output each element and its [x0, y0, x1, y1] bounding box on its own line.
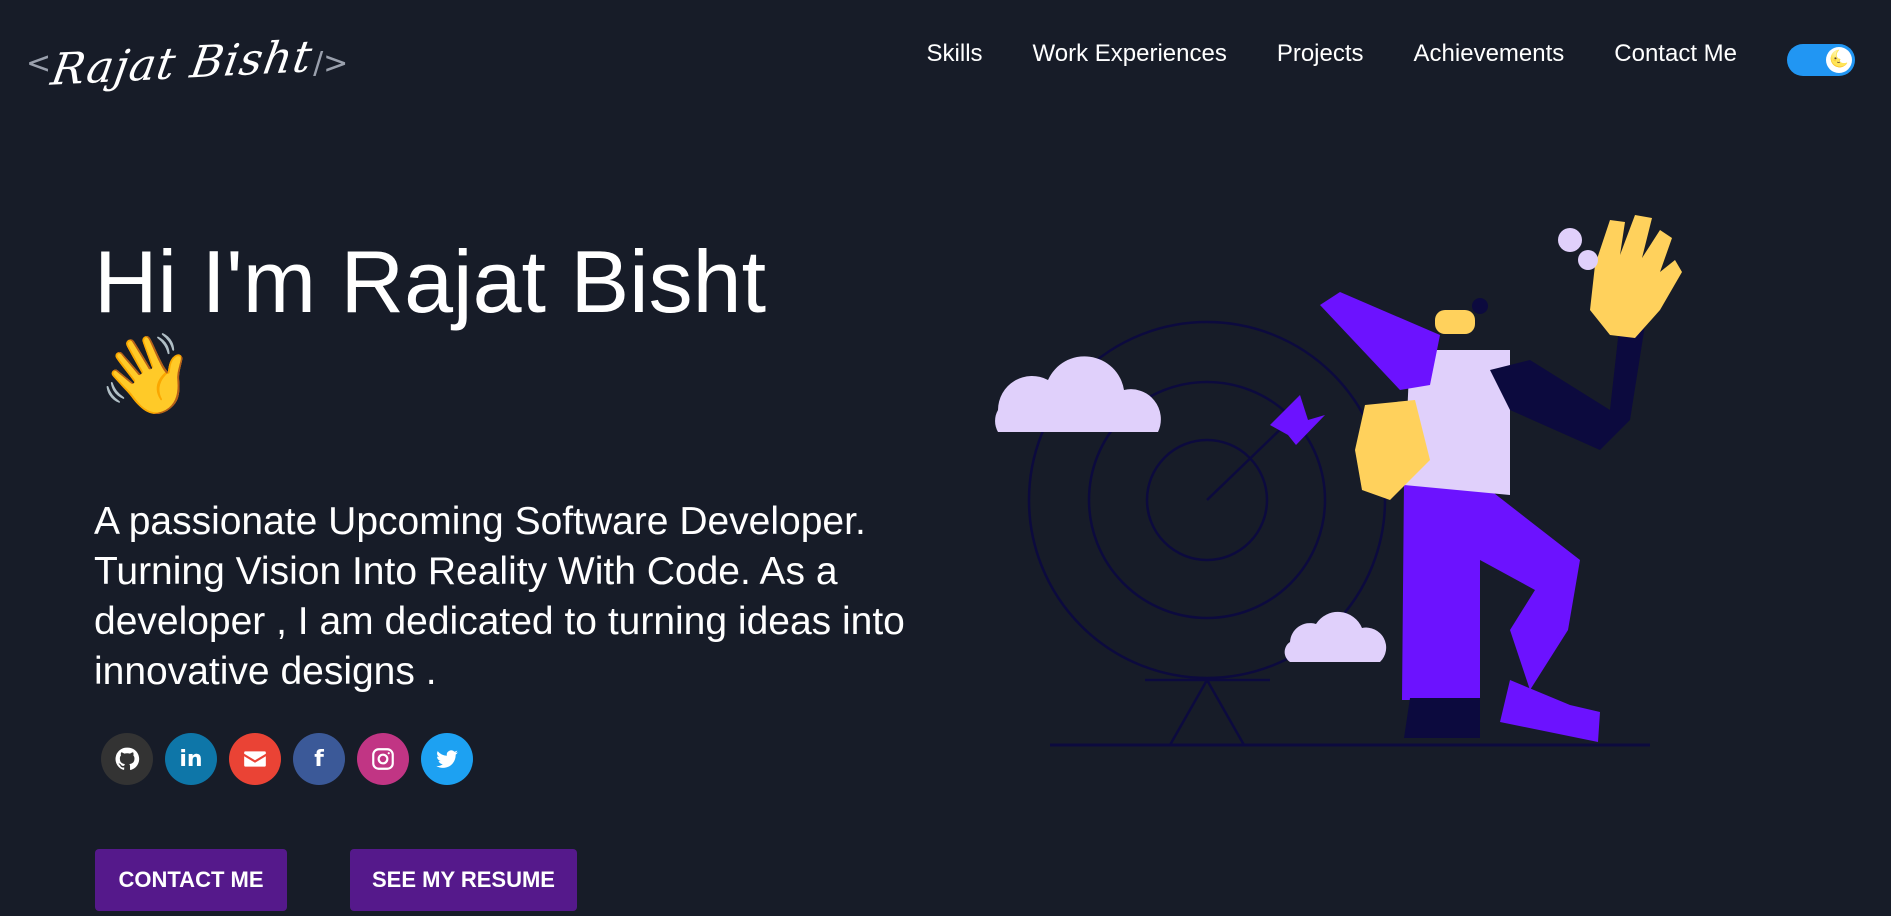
facebook-icon: f [314, 746, 324, 772]
cloud-icon [995, 356, 1161, 432]
linkedin-icon: in [179, 746, 203, 772]
contact-me-button[interactable]: CONTACT ME [95, 849, 287, 911]
waving-hand-icon [1590, 215, 1682, 338]
see-resume-button[interactable]: SEE MY RESUME [350, 849, 577, 911]
nav-projects[interactable]: Projects [1277, 40, 1364, 68]
dart-icon [1270, 395, 1325, 445]
logo-close-bracket: /> [313, 45, 349, 81]
theme-toggle[interactable]: 🌜 [1787, 44, 1855, 76]
developer-illustration [995, 215, 1682, 747]
nav-achievements[interactable]: Achievements [1414, 40, 1565, 68]
main-nav: Skills Work Experiences Projects Achieve… [927, 40, 1737, 68]
social-links: in f [101, 733, 473, 785]
cloud-icon [1284, 611, 1387, 662]
twitter-icon [436, 750, 458, 768]
facebook-link[interactable]: f [293, 733, 345, 785]
hero-tagline: A passionate Upcoming Software Developer… [94, 500, 905, 693]
twitter-link[interactable] [421, 733, 473, 785]
site-header: < Rajat Bisht /> Skills Work Experiences… [0, 0, 1891, 116]
moon-icon: 🌜 [1826, 47, 1852, 73]
logo-signature: Rajat Bisht [47, 30, 317, 96]
linkedin-link[interactable]: in [165, 733, 217, 785]
logo[interactable]: < Rajat Bisht /> [26, 28, 348, 98]
instagram-link[interactable] [357, 733, 409, 785]
nav-work-experiences[interactable]: Work Experiences [1033, 40, 1227, 68]
logo-open-bracket: < [26, 45, 52, 81]
waving-hand-icon: 👋 [98, 330, 196, 420]
github-icon [115, 747, 140, 770]
github-link[interactable] [101, 733, 153, 785]
nav-skills[interactable]: Skills [927, 40, 983, 68]
nav-contact-me[interactable]: Contact Me [1614, 40, 1737, 68]
hero-title: Hi I'm Rajat Bisht [94, 232, 767, 331]
instagram-icon [372, 748, 394, 770]
email-link[interactable] [229, 733, 281, 785]
mail-icon [244, 751, 266, 767]
